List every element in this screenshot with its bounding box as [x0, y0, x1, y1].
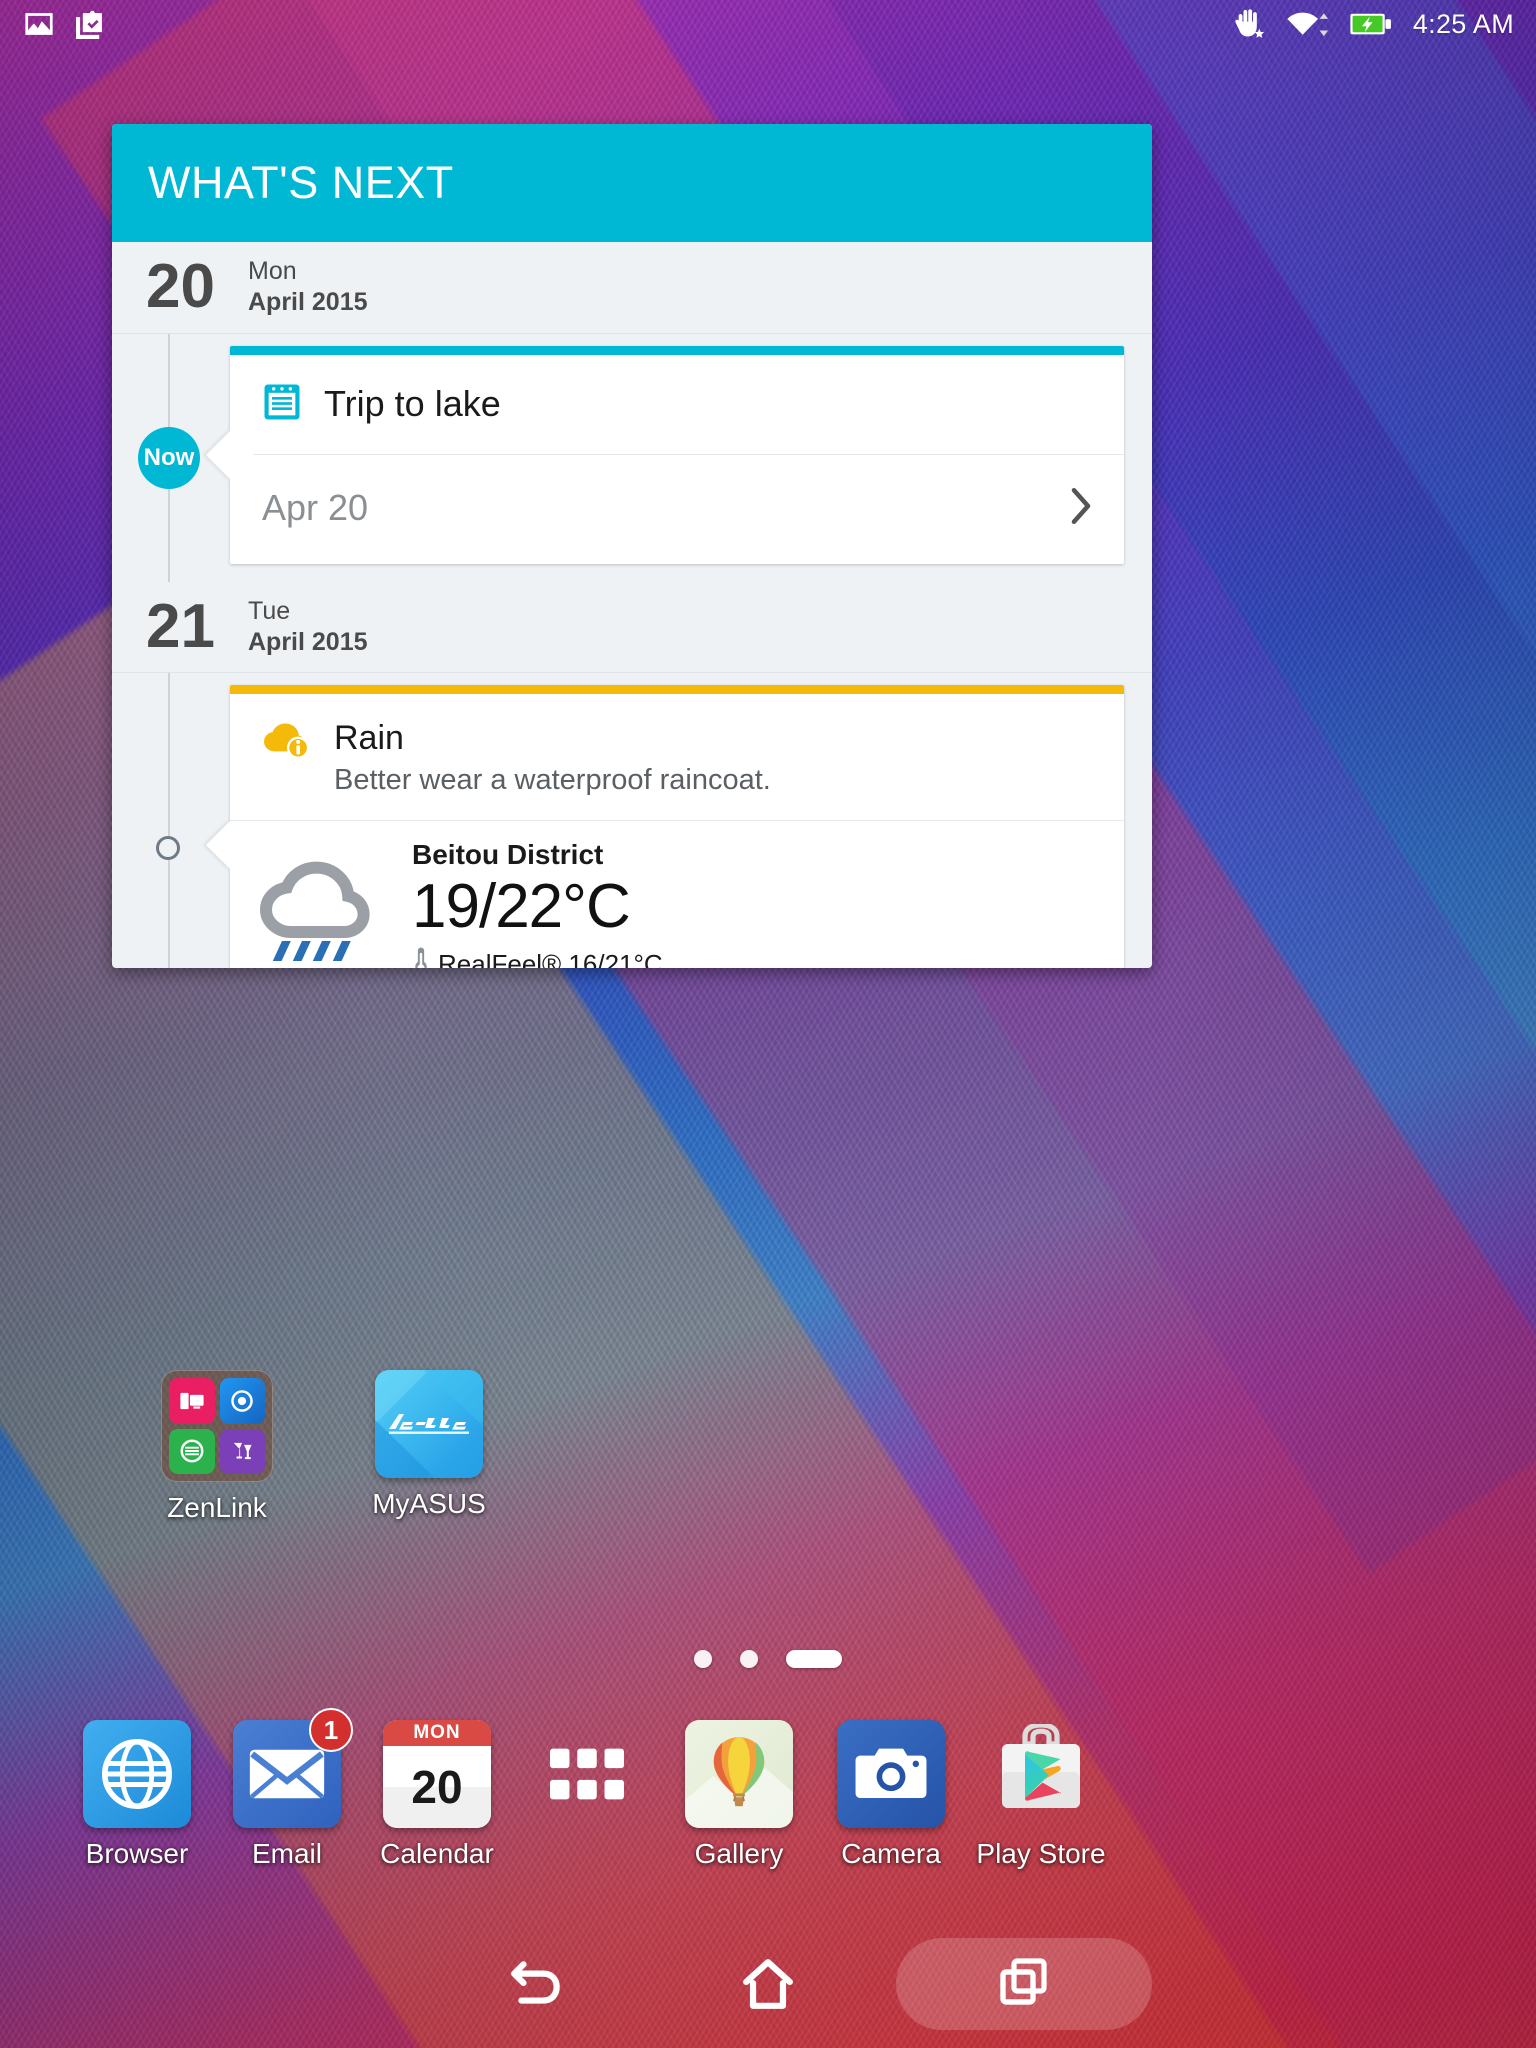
weather-advice: Better wear a waterproof raincoat.	[334, 764, 771, 797]
balloon-icon[interactable]	[685, 1720, 793, 1828]
recents-button[interactable]	[896, 1938, 1152, 2030]
weather-location: Beitou District	[412, 838, 604, 870]
day-number: 21	[146, 591, 215, 661]
weather-alert-row: Rain Better wear a waterproof raincoat.	[230, 694, 1124, 821]
glove-mode-icon	[1231, 8, 1269, 40]
weather-card[interactable]: Rain Better wear a waterproof raincoat.	[230, 685, 1124, 968]
home-screen: 4:25 AM WHAT'S NEXT 20 Mon April 2015 No…	[0, 0, 1536, 2048]
page-dot-1[interactable]	[694, 1650, 712, 1668]
app-label: Camera	[841, 1838, 941, 1869]
cloud-info-icon	[260, 716, 314, 765]
event-title-row[interactable]: Trip to lake	[230, 355, 1124, 455]
app-label: Play Store	[976, 1838, 1106, 1869]
event-card[interactable]: Trip to lake Apr 20	[230, 345, 1124, 564]
rain-cloud-icon	[256, 851, 392, 968]
app-label: Browser	[85, 1838, 189, 1869]
navigation-bar	[0, 1920, 1536, 2048]
card-accent-bar	[230, 345, 1124, 355]
event-date-row[interactable]: Apr 20	[230, 455, 1124, 564]
chevron-right-icon[interactable]	[1068, 485, 1094, 532]
card-accent-bar	[230, 685, 1124, 694]
timeline-row-event: Now Trip to lake Apr 20	[112, 333, 1152, 582]
calendar-icon[interactable]: MON 20	[383, 1720, 491, 1828]
timeline-rail	[112, 673, 230, 968]
status-bar-clock: 4:25 AM	[1412, 8, 1514, 39]
day-header-20: 20 Mon April 2015	[112, 242, 1152, 334]
page-dot-3-current[interactable]	[786, 1650, 842, 1668]
app-label: MyASUS	[372, 1488, 486, 1519]
app-label: ZenLink	[167, 1492, 267, 1523]
widget-header: WHAT'S NEXT	[112, 124, 1152, 242]
folder-icon[interactable]	[161, 1370, 273, 1482]
globe-icon[interactable]	[83, 1720, 191, 1828]
battery-charging-icon	[1349, 10, 1393, 38]
app-label: Calendar	[380, 1838, 494, 1869]
app-myasus[interactable]: MyASUS	[334, 1370, 524, 1520]
weather-condition: Rain	[334, 719, 404, 757]
asus-logo-icon[interactable]	[375, 1370, 483, 1478]
page-dot-2[interactable]	[740, 1650, 758, 1668]
timeline-marker	[156, 836, 180, 861]
back-arrow-icon[interactable]	[448, 1938, 628, 2030]
calendar-weekday: MON	[383, 1720, 491, 1746]
whats-next-widget[interactable]: WHAT'S NEXT 20 Mon April 2015 Now Trip t…	[112, 124, 1152, 968]
day-weekday: Tue	[248, 596, 291, 625]
apps-grid-icon[interactable]	[533, 1720, 641, 1828]
event-title: Trip to lake	[324, 383, 501, 424]
widget-title: WHAT'S NEXT	[148, 157, 454, 208]
app-label: Email	[251, 1838, 322, 1869]
page-indicator	[0, 1650, 1536, 1668]
home-icon[interactable]	[678, 1938, 858, 2030]
recents-icon[interactable]	[998, 1956, 1050, 2013]
app-label: Gallery	[694, 1838, 784, 1869]
timeline-row-weather: Rain Better wear a waterproof raincoat.	[112, 673, 1152, 968]
day-weekday: Mon	[248, 257, 297, 285]
thermometer-icon	[412, 946, 430, 968]
dock-item-play-store[interactable]: Play Store	[946, 1720, 1136, 1870]
screenshot-capture-icon	[74, 9, 108, 39]
calendar-event-icon	[262, 381, 302, 428]
weather-temperature: 19/22°C	[412, 872, 631, 942]
weather-detail-row: Beitou District 19/22°C RealFeel® 16/21°	[230, 821, 1124, 968]
status-bar[interactable]: 4:25 AM	[0, 0, 1536, 48]
day-month-year: April 2015	[248, 288, 368, 317]
day-number: 20	[146, 252, 215, 322]
dock: Browser 1 Email MON 20 Calendar Gallery …	[0, 1708, 1536, 1920]
envelope-icon[interactable]: 1	[233, 1708, 353, 1828]
app-zenlink[interactable]: ZenLink	[122, 1370, 312, 1524]
zenlink-mini-icon-2	[219, 1378, 265, 1424]
camera-icon[interactable]	[837, 1720, 945, 1828]
play-store-icon[interactable]	[987, 1720, 1095, 1828]
wifi-icon	[1285, 8, 1333, 40]
zenlink-mini-icon-1	[169, 1378, 215, 1424]
zenlink-mini-icon-4	[219, 1428, 265, 1474]
image-icon	[22, 9, 56, 39]
calendar-day: 20	[383, 1746, 491, 1828]
now-marker: Now	[138, 426, 200, 489]
event-date: Apr 20	[262, 487, 369, 528]
day-month-year: April 2015	[248, 627, 368, 656]
zenlink-mini-icon-3	[169, 1428, 215, 1474]
weather-realfeel: RealFeel® 16/21°C	[438, 948, 663, 968]
day-header-21: 21 Tue April 2015	[112, 581, 1152, 673]
